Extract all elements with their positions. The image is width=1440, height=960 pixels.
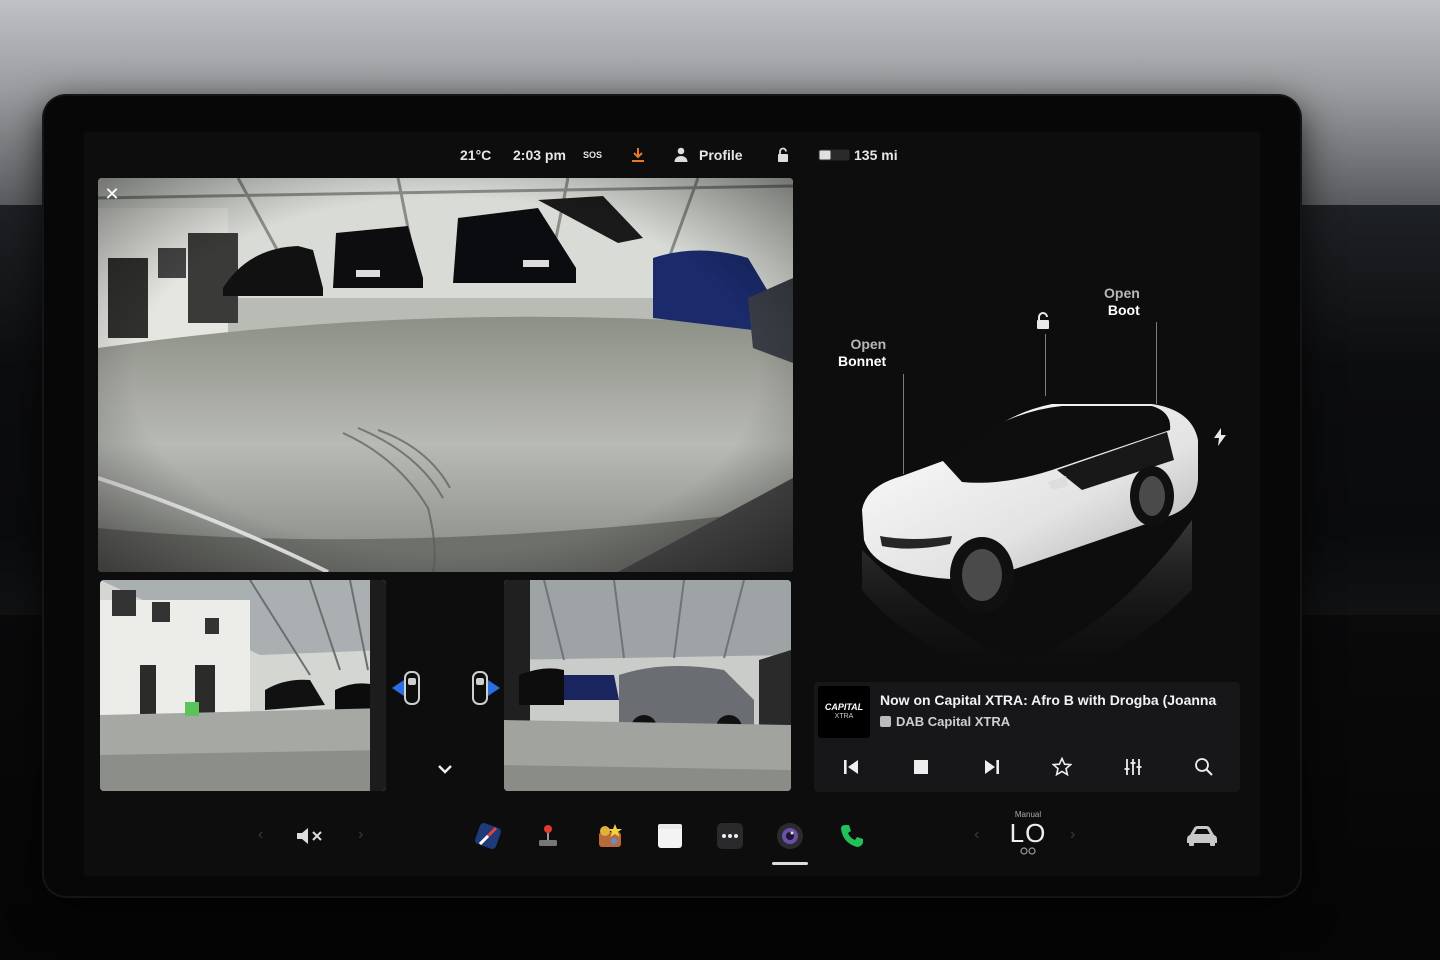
search-icon[interactable] (1187, 754, 1221, 780)
station-logo-text: CAPITAL (824, 702, 864, 712)
door-leader-line (1045, 334, 1046, 396)
open-boot-label-line2: Boot (1107, 302, 1140, 318)
close-icon[interactable]: ✕ (102, 184, 122, 204)
active-app-indicator (772, 862, 808, 865)
sos-icon[interactable]: SOS (583, 144, 602, 166)
profile-button[interactable]: Profile (699, 144, 743, 166)
camera-icon[interactable] (774, 820, 806, 852)
open-boot-button[interactable]: Open Boot (1104, 285, 1140, 319)
toybox-icon[interactable] (594, 820, 626, 852)
media-source-label: DAB Capital XTRA (896, 714, 1011, 729)
temp-down-chevron-icon[interactable]: ‹ (974, 826, 979, 844)
status-bar: 21°C 2:03 pm SOS Profile 135 mi (0, 144, 1440, 166)
open-bonnet-button[interactable]: Open Bonnet (838, 336, 886, 370)
range-readout: 135 mi (854, 147, 898, 163)
arcade-icon[interactable] (532, 820, 564, 852)
car-icon[interactable] (1186, 820, 1218, 852)
station-logo-sub: XTRA (834, 713, 854, 720)
volume-up-chevron-icon[interactable]: › (358, 826, 363, 844)
favorite-icon[interactable] (1045, 754, 1079, 780)
clock: 2:03 pm (513, 147, 566, 163)
temp-up-chevron-icon[interactable]: › (1070, 826, 1075, 844)
left-repeater-camera-view[interactable] (100, 580, 386, 791)
chevron-down-icon[interactable] (434, 758, 456, 785)
next-icon[interactable] (975, 754, 1009, 780)
media-source[interactable]: DAB Capital XTRA (880, 714, 1010, 729)
more-icon[interactable] (714, 820, 746, 852)
now-playing-title: Now on Capital XTRA: Afro B with Drogba … (880, 692, 1217, 708)
battery-icon (818, 144, 850, 166)
rear-camera-view[interactable] (98, 178, 793, 572)
door-unlock-icon[interactable] (1033, 311, 1053, 336)
download-icon[interactable] (630, 144, 646, 166)
notes-icon[interactable] (654, 820, 686, 852)
open-bonnet-label-line1: Open (850, 336, 887, 352)
station-logo: CAPITAL XTRA (818, 686, 870, 738)
media-player: CAPITAL XTRA Now on Capital XTRA: Afro B… (814, 682, 1240, 792)
stop-icon[interactable] (904, 754, 938, 780)
temperature-readout: 21°C (460, 147, 492, 163)
person-icon[interactable] (674, 144, 688, 166)
open-boot-label-line1: Open (1104, 285, 1140, 301)
navigation-icon[interactable] (472, 820, 504, 852)
charge-port-icon[interactable] (1212, 428, 1228, 451)
right-repeater-camera-view[interactable] (504, 580, 791, 791)
mute-icon[interactable] (294, 820, 326, 852)
left-blind-spot-icon (392, 668, 426, 713)
unlock-icon[interactable] (775, 144, 791, 166)
vehicle-model[interactable] (852, 390, 1212, 685)
right-blind-spot-icon (466, 668, 500, 713)
dab-radio-icon (880, 716, 891, 727)
equalizer-icon[interactable] (1116, 754, 1150, 780)
climate-control[interactable]: Manual LO (1006, 810, 1050, 857)
seat-heater-icon[interactable] (1006, 847, 1050, 857)
phone-icon[interactable] (836, 820, 868, 852)
previous-icon[interactable] (834, 754, 868, 780)
volume-down-chevron-icon[interactable]: ‹ (258, 826, 263, 844)
open-bonnet-label-line2: Bonnet (838, 353, 887, 369)
climate-temperature: LO (1009, 818, 1047, 848)
